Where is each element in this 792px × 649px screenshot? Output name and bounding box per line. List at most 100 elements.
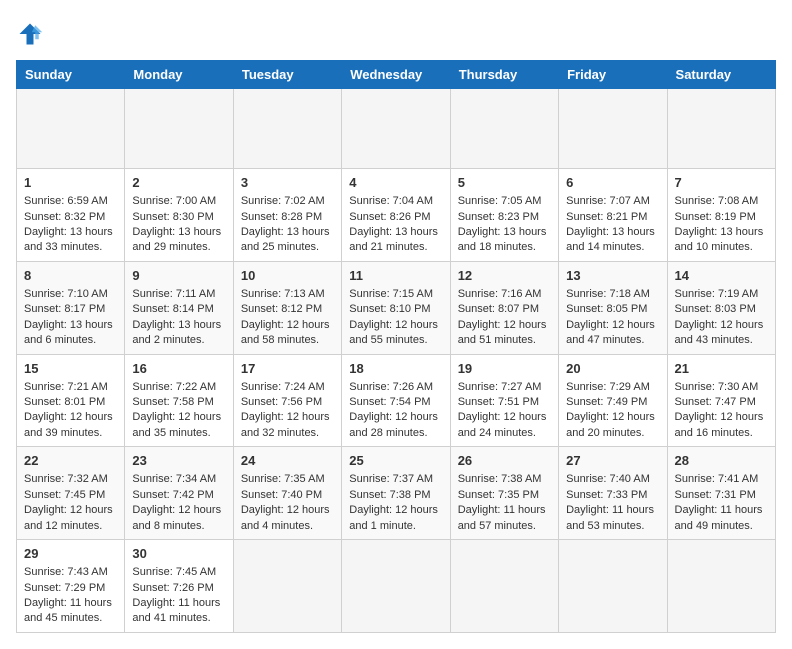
calendar-cell bbox=[559, 540, 667, 633]
calendar-cell: 11 Sunrise: 7:15 AMSunset: 8:10 PMDayligh… bbox=[342, 261, 450, 354]
calendar-cell bbox=[125, 89, 233, 169]
day-number: 3 bbox=[241, 174, 334, 192]
day-number: 5 bbox=[458, 174, 551, 192]
logo bbox=[16, 20, 48, 48]
day-info: Sunrise: 7:11 AMSunset: 8:14 PMDaylight:… bbox=[132, 288, 221, 346]
day-number: 7 bbox=[675, 174, 768, 192]
day-number: 12 bbox=[458, 267, 551, 285]
day-info: Sunrise: 7:41 AMSunset: 7:31 PMDaylight:… bbox=[675, 473, 763, 531]
day-number: 28 bbox=[675, 452, 768, 470]
day-info: Sunrise: 7:24 AMSunset: 7:56 PMDaylight:… bbox=[241, 381, 330, 439]
day-number: 10 bbox=[241, 267, 334, 285]
header-tuesday: Tuesday bbox=[233, 61, 341, 89]
day-number: 2 bbox=[132, 174, 225, 192]
day-info: Sunrise: 7:08 AMSunset: 8:19 PMDaylight:… bbox=[675, 195, 764, 253]
day-number: 26 bbox=[458, 452, 551, 470]
header-friday: Friday bbox=[559, 61, 667, 89]
calendar-cell: 3 Sunrise: 7:02 AMSunset: 8:28 PMDaylight… bbox=[233, 169, 341, 262]
day-number: 20 bbox=[566, 360, 659, 378]
day-info: Sunrise: 7:21 AMSunset: 8:01 PMDaylight:… bbox=[24, 381, 113, 439]
calendar-cell: 27 Sunrise: 7:40 AMSunset: 7:33 PMDayligh… bbox=[559, 447, 667, 540]
calendar-cell: 21 Sunrise: 7:30 AMSunset: 7:47 PMDayligh… bbox=[667, 354, 775, 447]
calendar-table: SundayMondayTuesdayWednesdayThursdayFrid… bbox=[16, 60, 776, 633]
calendar-cell: 1Sunrise: 6:59 AMSunset: 8:32 PMDaylight… bbox=[17, 169, 125, 262]
day-info: Sunrise: 7:22 AMSunset: 7:58 PMDaylight:… bbox=[132, 381, 221, 439]
calendar-week-1: 1Sunrise: 6:59 AMSunset: 8:32 PMDaylight… bbox=[17, 169, 776, 262]
calendar-week-3: 15 Sunrise: 7:21 AMSunset: 8:01 PMDayligh… bbox=[17, 354, 776, 447]
day-number: 9 bbox=[132, 267, 225, 285]
calendar-cell: 26 Sunrise: 7:38 AMSunset: 7:35 PMDayligh… bbox=[450, 447, 558, 540]
day-info: Sunrise: 6:59 AMSunset: 8:32 PMDaylight:… bbox=[24, 195, 113, 253]
calendar-cell bbox=[17, 89, 125, 169]
day-number: 11 bbox=[349, 267, 442, 285]
day-info: Sunrise: 7:10 AMSunset: 8:17 PMDaylight:… bbox=[24, 288, 113, 346]
logo-icon bbox=[16, 20, 44, 48]
day-info: Sunrise: 7:16 AMSunset: 8:07 PMDaylight:… bbox=[458, 288, 547, 346]
day-info: Sunrise: 7:29 AMSunset: 7:49 PMDaylight:… bbox=[566, 381, 655, 439]
calendar-cell bbox=[667, 89, 775, 169]
day-number: 16 bbox=[132, 360, 225, 378]
day-info: Sunrise: 7:37 AMSunset: 7:38 PMDaylight:… bbox=[349, 473, 438, 531]
header-monday: Monday bbox=[125, 61, 233, 89]
day-number: 27 bbox=[566, 452, 659, 470]
day-info: Sunrise: 7:34 AMSunset: 7:42 PMDaylight:… bbox=[132, 473, 221, 531]
calendar-cell bbox=[233, 540, 341, 633]
day-info: Sunrise: 7:05 AMSunset: 8:23 PMDaylight:… bbox=[458, 195, 547, 253]
calendar-cell: 19Sunrise: 7:27 AMSunset: 7:51 PMDayligh… bbox=[450, 354, 558, 447]
calendar-cell: 30 Sunrise: 7:45 AMSunset: 7:26 PMDayligh… bbox=[125, 540, 233, 633]
day-info: Sunrise: 7:30 AMSunset: 7:47 PMDaylight:… bbox=[675, 381, 764, 439]
day-number: 24 bbox=[241, 452, 334, 470]
day-number: 18 bbox=[349, 360, 442, 378]
day-info: Sunrise: 7:13 AMSunset: 8:12 PMDaylight:… bbox=[241, 288, 330, 346]
day-number: 23 bbox=[132, 452, 225, 470]
calendar-cell bbox=[233, 89, 341, 169]
calendar-cell: 24 Sunrise: 7:35 AMSunset: 7:40 PMDayligh… bbox=[233, 447, 341, 540]
calendar-cell bbox=[559, 89, 667, 169]
day-info: Sunrise: 7:40 AMSunset: 7:33 PMDaylight:… bbox=[566, 473, 654, 531]
day-info: Sunrise: 7:19 AMSunset: 8:03 PMDaylight:… bbox=[675, 288, 764, 346]
day-number: 4 bbox=[349, 174, 442, 192]
calendar-cell: 9 Sunrise: 7:11 AMSunset: 8:14 PMDaylight… bbox=[125, 261, 233, 354]
calendar-cell bbox=[342, 540, 450, 633]
calendar-cell: 17 Sunrise: 7:24 AMSunset: 7:56 PMDayligh… bbox=[233, 354, 341, 447]
day-number: 30 bbox=[132, 545, 225, 563]
day-info: Sunrise: 7:43 AMSunset: 7:29 PMDaylight:… bbox=[24, 566, 112, 624]
calendar-cell: 23 Sunrise: 7:34 AMSunset: 7:42 PMDayligh… bbox=[125, 447, 233, 540]
calendar-cell: 20 Sunrise: 7:29 AMSunset: 7:49 PMDayligh… bbox=[559, 354, 667, 447]
day-info: Sunrise: 7:35 AMSunset: 7:40 PMDaylight:… bbox=[241, 473, 330, 531]
calendar-week-0 bbox=[17, 89, 776, 169]
day-info: Sunrise: 7:38 AMSunset: 7:35 PMDaylight:… bbox=[458, 473, 546, 531]
day-number: 15 bbox=[24, 360, 117, 378]
calendar-cell: 28 Sunrise: 7:41 AMSunset: 7:31 PMDayligh… bbox=[667, 447, 775, 540]
day-number: 22 bbox=[24, 452, 117, 470]
calendar-week-5: 29Sunrise: 7:43 AMSunset: 7:29 PMDayligh… bbox=[17, 540, 776, 633]
calendar-cell bbox=[342, 89, 450, 169]
calendar-cell: 29Sunrise: 7:43 AMSunset: 7:29 PMDayligh… bbox=[17, 540, 125, 633]
day-info: Sunrise: 7:26 AMSunset: 7:54 PMDaylight:… bbox=[349, 381, 438, 439]
calendar-cell: 18 Sunrise: 7:26 AMSunset: 7:54 PMDayligh… bbox=[342, 354, 450, 447]
day-number: 14 bbox=[675, 267, 768, 285]
day-info: Sunrise: 7:45 AMSunset: 7:26 PMDaylight:… bbox=[132, 566, 220, 624]
day-number: 21 bbox=[675, 360, 768, 378]
header-sunday: Sunday bbox=[17, 61, 125, 89]
header-saturday: Saturday bbox=[667, 61, 775, 89]
calendar-cell: 16 Sunrise: 7:22 AMSunset: 7:58 PMDayligh… bbox=[125, 354, 233, 447]
calendar-week-4: 22Sunrise: 7:32 AMSunset: 7:45 PMDayligh… bbox=[17, 447, 776, 540]
calendar-header-row: SundayMondayTuesdayWednesdayThursdayFrid… bbox=[17, 61, 776, 89]
day-info: Sunrise: 7:04 AMSunset: 8:26 PMDaylight:… bbox=[349, 195, 438, 253]
calendar-cell: 6Sunrise: 7:07 AMSunset: 8:21 PMDaylight… bbox=[559, 169, 667, 262]
day-info: Sunrise: 7:15 AMSunset: 8:10 PMDaylight:… bbox=[349, 288, 438, 346]
calendar-cell: 8Sunrise: 7:10 AMSunset: 8:17 PMDaylight… bbox=[17, 261, 125, 354]
calendar-week-2: 8Sunrise: 7:10 AMSunset: 8:17 PMDaylight… bbox=[17, 261, 776, 354]
calendar-cell bbox=[667, 540, 775, 633]
calendar-cell: 5 Sunrise: 7:05 AMSunset: 8:23 PMDaylight… bbox=[450, 169, 558, 262]
day-info: Sunrise: 7:00 AMSunset: 8:30 PMDaylight:… bbox=[132, 195, 221, 253]
calendar-cell: 2 Sunrise: 7:00 AMSunset: 8:30 PMDaylight… bbox=[125, 169, 233, 262]
calendar-cell: 12 Sunrise: 7:16 AMSunset: 8:07 PMDayligh… bbox=[450, 261, 558, 354]
day-info: Sunrise: 7:02 AMSunset: 8:28 PMDaylight:… bbox=[241, 195, 330, 253]
calendar-cell: 7 Sunrise: 7:08 AMSunset: 8:19 PMDaylight… bbox=[667, 169, 775, 262]
calendar-cell: 15 Sunrise: 7:21 AMSunset: 8:01 PMDayligh… bbox=[17, 354, 125, 447]
header-thursday: Thursday bbox=[450, 61, 558, 89]
day-number: 17 bbox=[241, 360, 334, 378]
day-info: Sunrise: 7:07 AMSunset: 8:21 PMDaylight:… bbox=[566, 195, 655, 253]
